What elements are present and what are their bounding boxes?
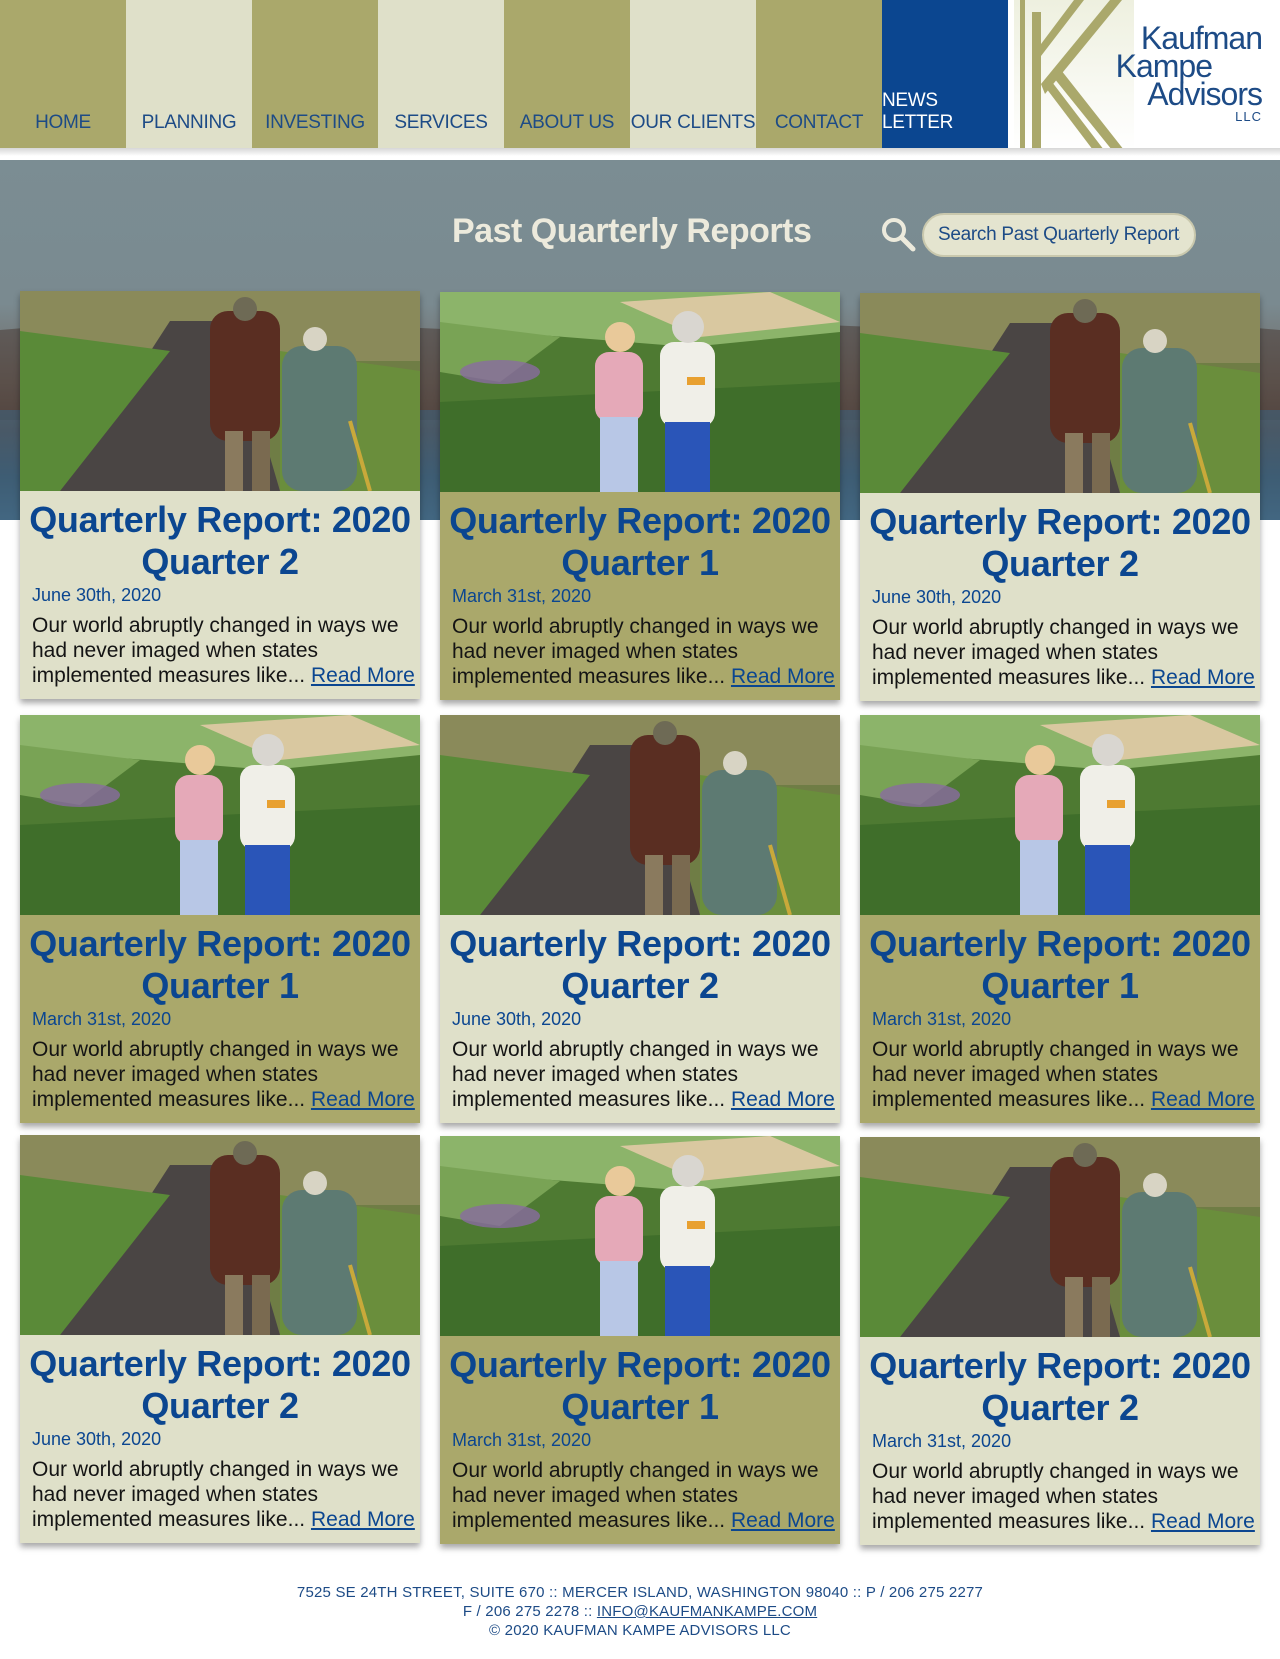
report-image-couple-walking bbox=[860, 1137, 1260, 1337]
report-image-hikers bbox=[440, 1136, 840, 1336]
report-excerpt: Our world abruptly changed in ways we ha… bbox=[452, 614, 836, 689]
report-title-line1: Quarterly Report: 2020 bbox=[29, 1343, 411, 1384]
report-excerpt: Our world abruptly changed in ways we ha… bbox=[872, 1037, 1256, 1112]
report-title-line2: Quarter 2 bbox=[141, 1385, 299, 1426]
report-card[interactable]: Quarterly Report: 2020 Quarter 2 June 30… bbox=[20, 1135, 420, 1543]
read-more-link[interactable]: Read More bbox=[1151, 1510, 1255, 1533]
footer-contact: F / 206 275 2278 :: INFO@KAUFMANKAMPE.CO… bbox=[0, 1602, 1280, 1621]
report-card[interactable]: Quarterly Report: 2020 Quarter 1 March 3… bbox=[860, 715, 1260, 1123]
report-title-line1: Quarterly Report: 2020 bbox=[869, 501, 1251, 542]
report-date: June 30th, 2020 bbox=[32, 585, 162, 605]
report-image-hikers bbox=[440, 292, 840, 492]
read-more-link[interactable]: Read More bbox=[311, 664, 415, 687]
report-title-line1: Quarterly Report: 2020 bbox=[449, 923, 831, 964]
read-more-link[interactable]: Read More bbox=[1151, 666, 1255, 689]
report-title-line2: Quarter 2 bbox=[561, 965, 719, 1006]
report-excerpt: Our world abruptly changed in ways we ha… bbox=[872, 1459, 1256, 1534]
nav-investing[interactable]: INVESTING bbox=[252, 0, 378, 150]
report-title: Quarterly Report: 2020 Quarter 2 bbox=[860, 501, 1260, 585]
report-image-hikers bbox=[20, 715, 420, 915]
report-excerpt: Our world abruptly changed in ways we ha… bbox=[32, 613, 416, 688]
report-image-couple-walking bbox=[20, 291, 420, 491]
company-logo[interactable]: Kaufman Kampe Advisors LLC bbox=[1014, 0, 1280, 150]
report-title: Quarterly Report: 2020 Quarter 1 bbox=[860, 923, 1260, 1007]
report-card[interactable]: Quarterly Report: 2020 Quarter 1 March 3… bbox=[440, 1136, 840, 1544]
report-title: Quarterly Report: 2020 Quarter 2 bbox=[440, 923, 840, 1007]
search-reports-input[interactable] bbox=[922, 213, 1196, 257]
footer-email-link[interactable]: INFO@KAUFMANKAMPE.COM bbox=[597, 1603, 817, 1620]
report-card[interactable]: Quarterly Report: 2020 Quarter 1 March 3… bbox=[440, 292, 840, 700]
report-card[interactable]: Quarterly Report: 2020 Quarter 2 March 3… bbox=[860, 1137, 1260, 1545]
report-title-line1: Quarterly Report: 2020 bbox=[29, 499, 411, 540]
report-card[interactable]: Quarterly Report: 2020 Quarter 2 June 30… bbox=[20, 291, 420, 699]
report-title-line2: Quarter 1 bbox=[561, 1386, 719, 1427]
logo-word-advisors: Advisors bbox=[1147, 76, 1263, 112]
nav-news-letter[interactable]: NEWS LETTER bbox=[882, 0, 1008, 150]
report-excerpt: Our world abruptly changed in ways we ha… bbox=[452, 1458, 836, 1533]
page-title: Past Quarterly Reports bbox=[452, 212, 812, 250]
report-date: June 30th, 2020 bbox=[452, 1009, 582, 1029]
report-title-line1: Quarterly Report: 2020 bbox=[29, 923, 411, 964]
report-image-couple-walking bbox=[20, 1135, 420, 1335]
nav-planning[interactable]: PLANNING bbox=[126, 0, 252, 150]
report-title-line2: Quarter 1 bbox=[141, 965, 299, 1006]
site-footer: 7525 SE 24TH STREET, SUITE 670 :: MERCER… bbox=[0, 1583, 1280, 1640]
report-title-line1: Quarterly Report: 2020 bbox=[869, 1345, 1251, 1386]
read-more-link[interactable]: Read More bbox=[311, 1508, 415, 1531]
report-title: Quarterly Report: 2020 Quarter 1 bbox=[440, 1344, 840, 1428]
report-date: June 30th, 2020 bbox=[872, 587, 1002, 607]
report-image-couple-walking bbox=[860, 293, 1260, 493]
read-more-link[interactable]: Read More bbox=[731, 1088, 835, 1111]
report-date: March 31st, 2020 bbox=[452, 1430, 592, 1450]
report-title-line1: Quarterly Report: 2020 bbox=[449, 500, 831, 541]
report-excerpt: Our world abruptly changed in ways we ha… bbox=[32, 1037, 416, 1112]
read-more-link[interactable]: Read More bbox=[731, 665, 835, 688]
nav-home[interactable]: HOME bbox=[0, 0, 126, 150]
nav-contact[interactable]: CONTACT bbox=[756, 0, 882, 150]
footer-copyright: © 2020 KAUFMAN KAMPE ADVISORS LLC bbox=[489, 1622, 791, 1639]
report-title: Quarterly Report: 2020 Quarter 2 bbox=[20, 499, 420, 583]
report-title-line1: Quarterly Report: 2020 bbox=[449, 1344, 831, 1385]
logo-wordmark: Kaufman Kampe Advisors LLC bbox=[1116, 22, 1263, 124]
nav-services[interactable]: SERVICES bbox=[378, 0, 504, 150]
report-title-line1: Quarterly Report: 2020 bbox=[869, 923, 1251, 964]
read-more-link[interactable]: Read More bbox=[1151, 1088, 1255, 1111]
nav-our-clients[interactable]: OUR CLIENTS bbox=[630, 0, 756, 150]
report-excerpt: Our world abruptly changed in ways we ha… bbox=[32, 1457, 416, 1532]
report-card[interactable]: Quarterly Report: 2020 Quarter 2 June 30… bbox=[860, 293, 1260, 701]
report-date: March 31st, 2020 bbox=[872, 1009, 1012, 1029]
report-title: Quarterly Report: 2020 Quarter 1 bbox=[440, 500, 840, 584]
report-date: June 30th, 2020 bbox=[32, 1429, 162, 1449]
logo-llc: LLC bbox=[1235, 109, 1262, 124]
report-title-line2: Quarter 1 bbox=[561, 542, 719, 583]
report-title-line2: Quarter 2 bbox=[141, 541, 299, 582]
report-date: March 31st, 2020 bbox=[872, 1431, 1012, 1451]
report-title-line2: Quarter 2 bbox=[981, 1387, 1139, 1428]
report-excerpt: Our world abruptly changed in ways we ha… bbox=[872, 615, 1256, 690]
report-excerpt: Our world abruptly changed in ways we ha… bbox=[452, 1037, 836, 1112]
footer-fax: F / 206 275 2278 :: bbox=[462, 1603, 597, 1620]
read-more-link[interactable]: Read More bbox=[311, 1088, 415, 1111]
report-title-line2: Quarter 1 bbox=[981, 965, 1139, 1006]
nav-shadow-divider bbox=[0, 148, 1280, 156]
report-image-hikers bbox=[860, 715, 1260, 915]
report-date: March 31st, 2020 bbox=[32, 1009, 172, 1029]
nav-about-us[interactable]: ABOUT US bbox=[504, 0, 630, 150]
report-title: Quarterly Report: 2020 Quarter 1 bbox=[20, 923, 420, 1007]
report-date: March 31st, 2020 bbox=[452, 586, 592, 606]
report-title: Quarterly Report: 2020 Quarter 2 bbox=[860, 1345, 1260, 1429]
main-navigation: HOME PLANNING INVESTING SERVICES ABOUT U… bbox=[0, 0, 1280, 150]
report-card[interactable]: Quarterly Report: 2020 Quarter 2 June 30… bbox=[440, 715, 840, 1123]
search-icon[interactable] bbox=[880, 216, 916, 252]
footer-address: 7525 SE 24TH STREET, SUITE 670 :: MERCER… bbox=[296, 1584, 984, 1601]
report-card[interactable]: Quarterly Report: 2020 Quarter 1 March 3… bbox=[20, 715, 420, 1123]
report-image-couple-walking bbox=[440, 715, 840, 915]
report-title: Quarterly Report: 2020 Quarter 2 bbox=[20, 1343, 420, 1427]
read-more-link[interactable]: Read More bbox=[731, 1509, 835, 1532]
report-title-line2: Quarter 2 bbox=[981, 543, 1139, 584]
